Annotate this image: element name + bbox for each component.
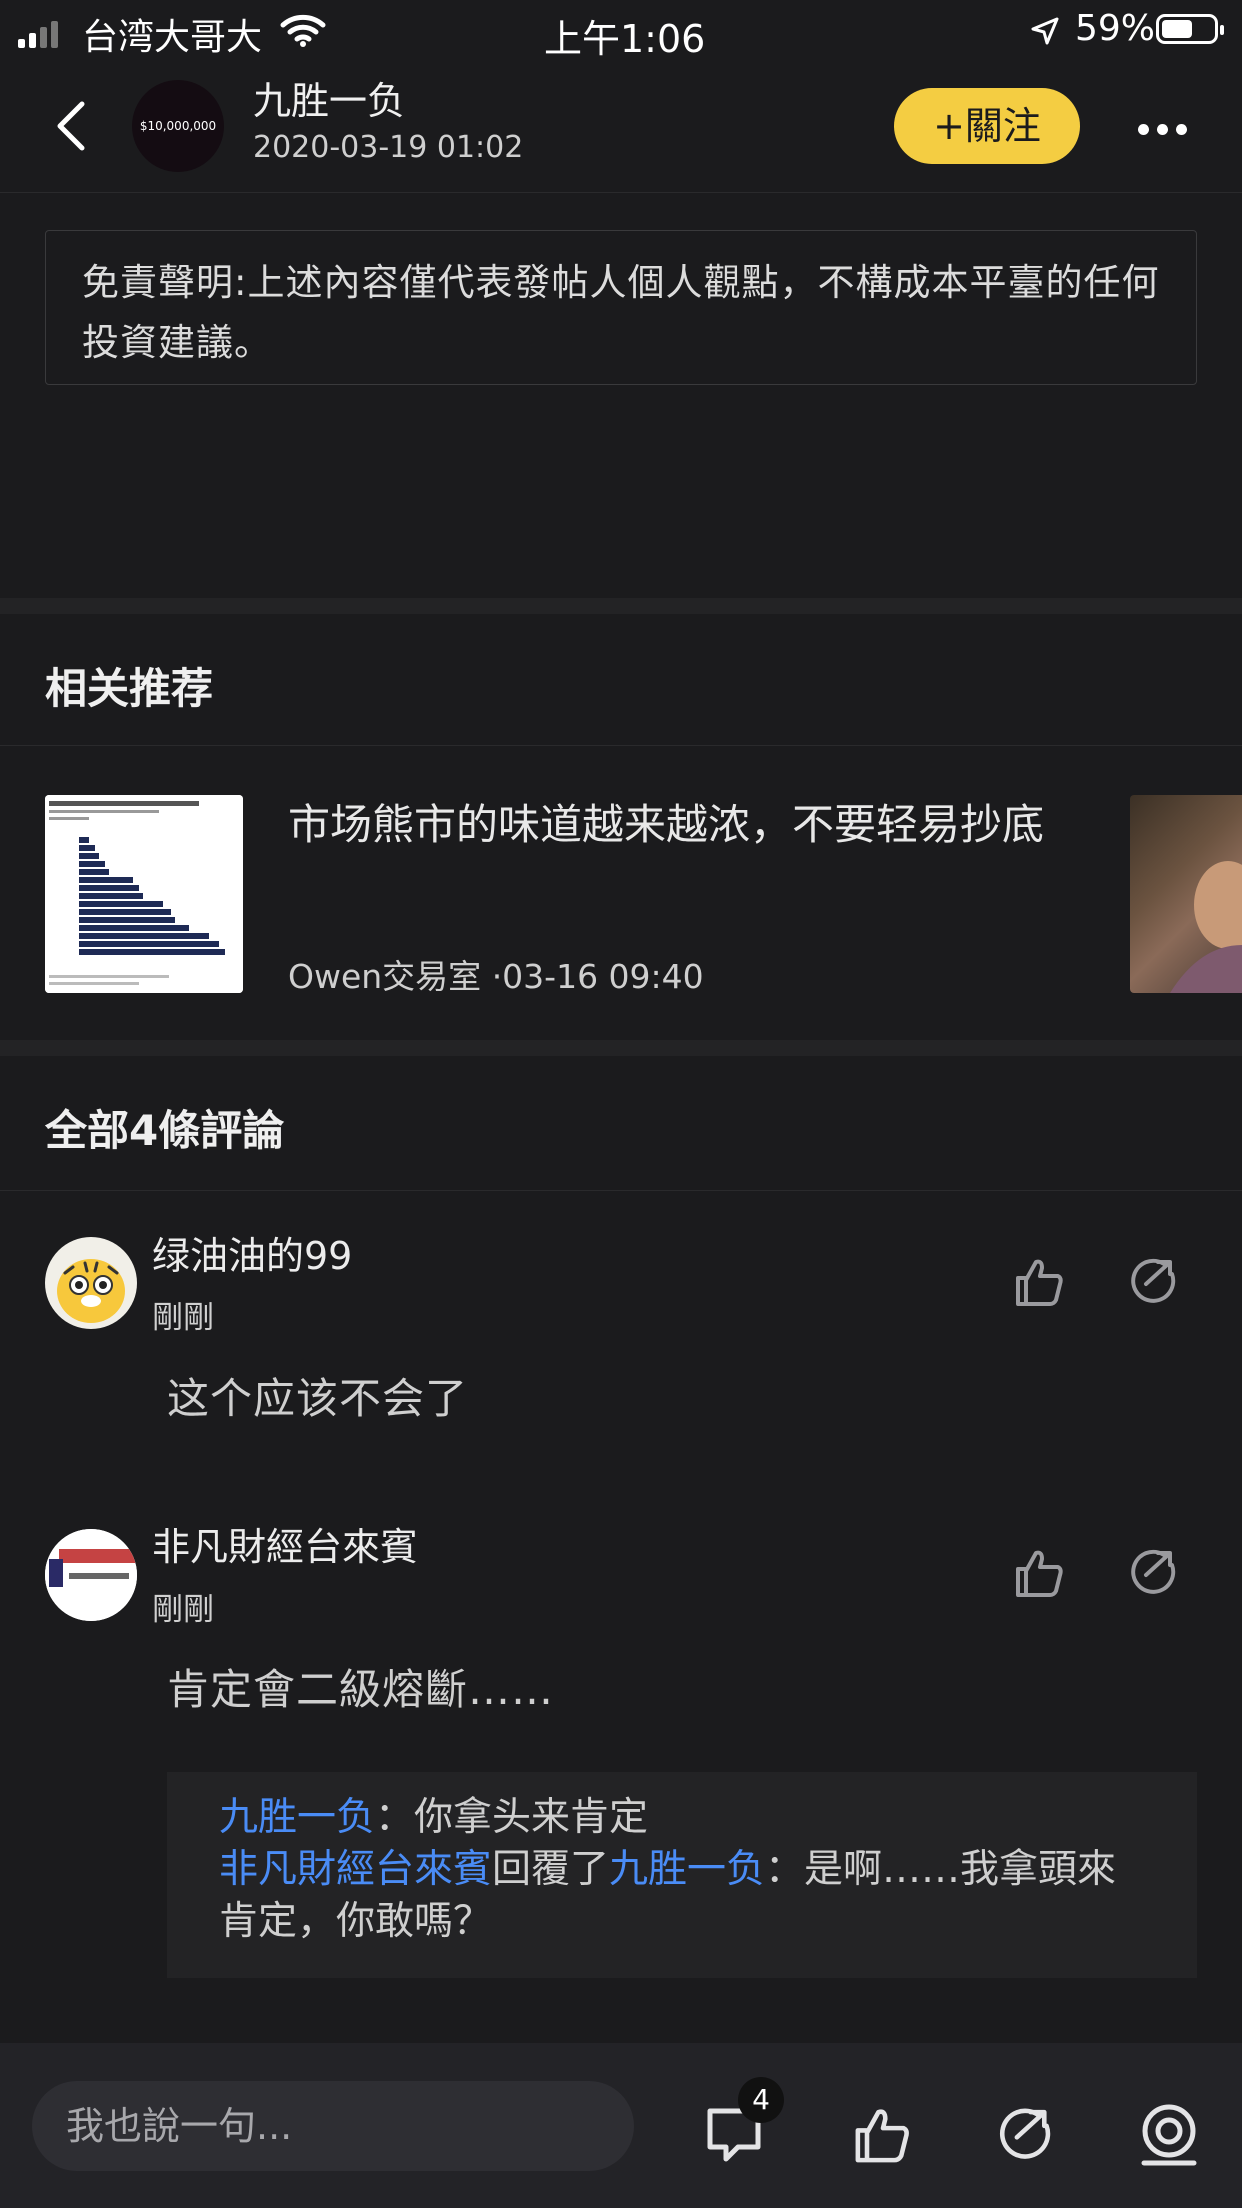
reply-verb: 回覆了	[492, 1847, 610, 1892]
comment-text: 这个应该不会了	[167, 1374, 469, 1423]
comment-time: 剛剛	[152, 1592, 214, 1628]
section-divider	[0, 598, 1242, 614]
reply-text: ：你拿头来肯定	[375, 1795, 649, 1840]
wifi-icon	[280, 14, 326, 47]
share-icon[interactable]	[1126, 1545, 1182, 1601]
comments-section-title: 全部4條評論	[45, 1106, 285, 1155]
channel-avatar-image	[45, 1529, 137, 1621]
carrier-name: 台湾大哥大	[82, 17, 263, 58]
save-icon[interactable]	[1136, 2103, 1202, 2167]
status-bar: 台湾大哥大 上午1:06 59%	[0, 0, 1242, 62]
tiger-avatar-icon	[57, 1259, 125, 1323]
recommend-author[interactable]: Owen交易室	[288, 957, 481, 996]
commenter-name[interactable]: 绿油油的99	[152, 1225, 352, 1280]
recommend-time: ·03-16 09:40	[491, 957, 704, 996]
battery-percent: 59%	[1075, 8, 1156, 49]
recommend-title[interactable]: 市场熊市的味道越来越浓，不要轻易抄底	[288, 792, 1048, 858]
reply-item: 非凡財經台來賓回覆了九胜一负：是啊……我拿頭來肯定，你敢嗎？	[219, 1844, 1145, 1948]
section-divider	[0, 1040, 1242, 1056]
reply-user-link[interactable]: 九胜一负	[219, 1795, 375, 1840]
recommend-meta: Owen交易室 ·03-16 09:40	[288, 950, 704, 998]
reply-user-link[interactable]: 非凡財經台來賓	[219, 1847, 492, 1892]
disclaimer-box: 免責聲明:上述內容僅代表發帖人個人觀點，不構成本平臺的任何投資建議。	[45, 230, 1197, 385]
battery-icon	[1156, 14, 1224, 44]
post-header: $10,000,000 九胜一负 2020-03-19 01:02 +關注	[0, 62, 1242, 193]
share-icon[interactable]	[1126, 1254, 1182, 1310]
commenter-avatar[interactable]	[45, 1529, 137, 1621]
author-name[interactable]: 九胜一负	[253, 70, 405, 125]
portrait-image	[1170, 861, 1242, 993]
like-icon[interactable]	[1012, 1545, 1068, 1601]
signal-icon	[18, 18, 70, 48]
comment-time: 剛剛	[152, 1300, 214, 1336]
recommend-section-title: 相关推荐	[45, 664, 214, 713]
back-arrow-icon[interactable]	[52, 100, 88, 152]
reply-target-link[interactable]: 九胜一负	[609, 1847, 765, 1892]
more-options-icon[interactable]	[1138, 120, 1195, 139]
comment-count-badge: 4	[738, 2077, 784, 2123]
bar-chart-thumbnail-image	[45, 795, 243, 993]
like-icon[interactable]	[850, 2103, 916, 2167]
like-icon[interactable]	[1012, 1254, 1068, 1310]
comment-text: 肯定會二級熔斷……	[167, 1665, 555, 1714]
share-icon[interactable]	[994, 2103, 1058, 2167]
commenter-avatar[interactable]	[45, 1237, 137, 1329]
divider	[0, 745, 1242, 746]
divider	[0, 1190, 1242, 1191]
bottom-action-bar: 我也說一句... 4	[0, 2043, 1242, 2208]
reply-thread: 九胜一负：你拿头来肯定 非凡財經台來賓回覆了九胜一负：是啊……我拿頭來肯定，你敢…	[167, 1772, 1197, 1978]
author-avatar[interactable]: $10,000,000	[132, 80, 224, 172]
reply-item: 九胜一负：你拿头来肯定	[219, 1792, 1145, 1844]
post-timestamp: 2020-03-19 01:02	[253, 130, 524, 165]
recommend-thumbnail-next[interactable]	[1130, 795, 1242, 993]
commenter-name[interactable]: 非凡財經台來賓	[152, 1516, 418, 1571]
recommend-thumbnail[interactable]	[45, 795, 243, 993]
location-arrow-icon	[1031, 17, 1059, 45]
follow-button[interactable]: +關注	[894, 88, 1080, 164]
comment-input[interactable]: 我也說一句...	[32, 2081, 634, 2171]
clock: 上午1:06	[544, 17, 706, 61]
